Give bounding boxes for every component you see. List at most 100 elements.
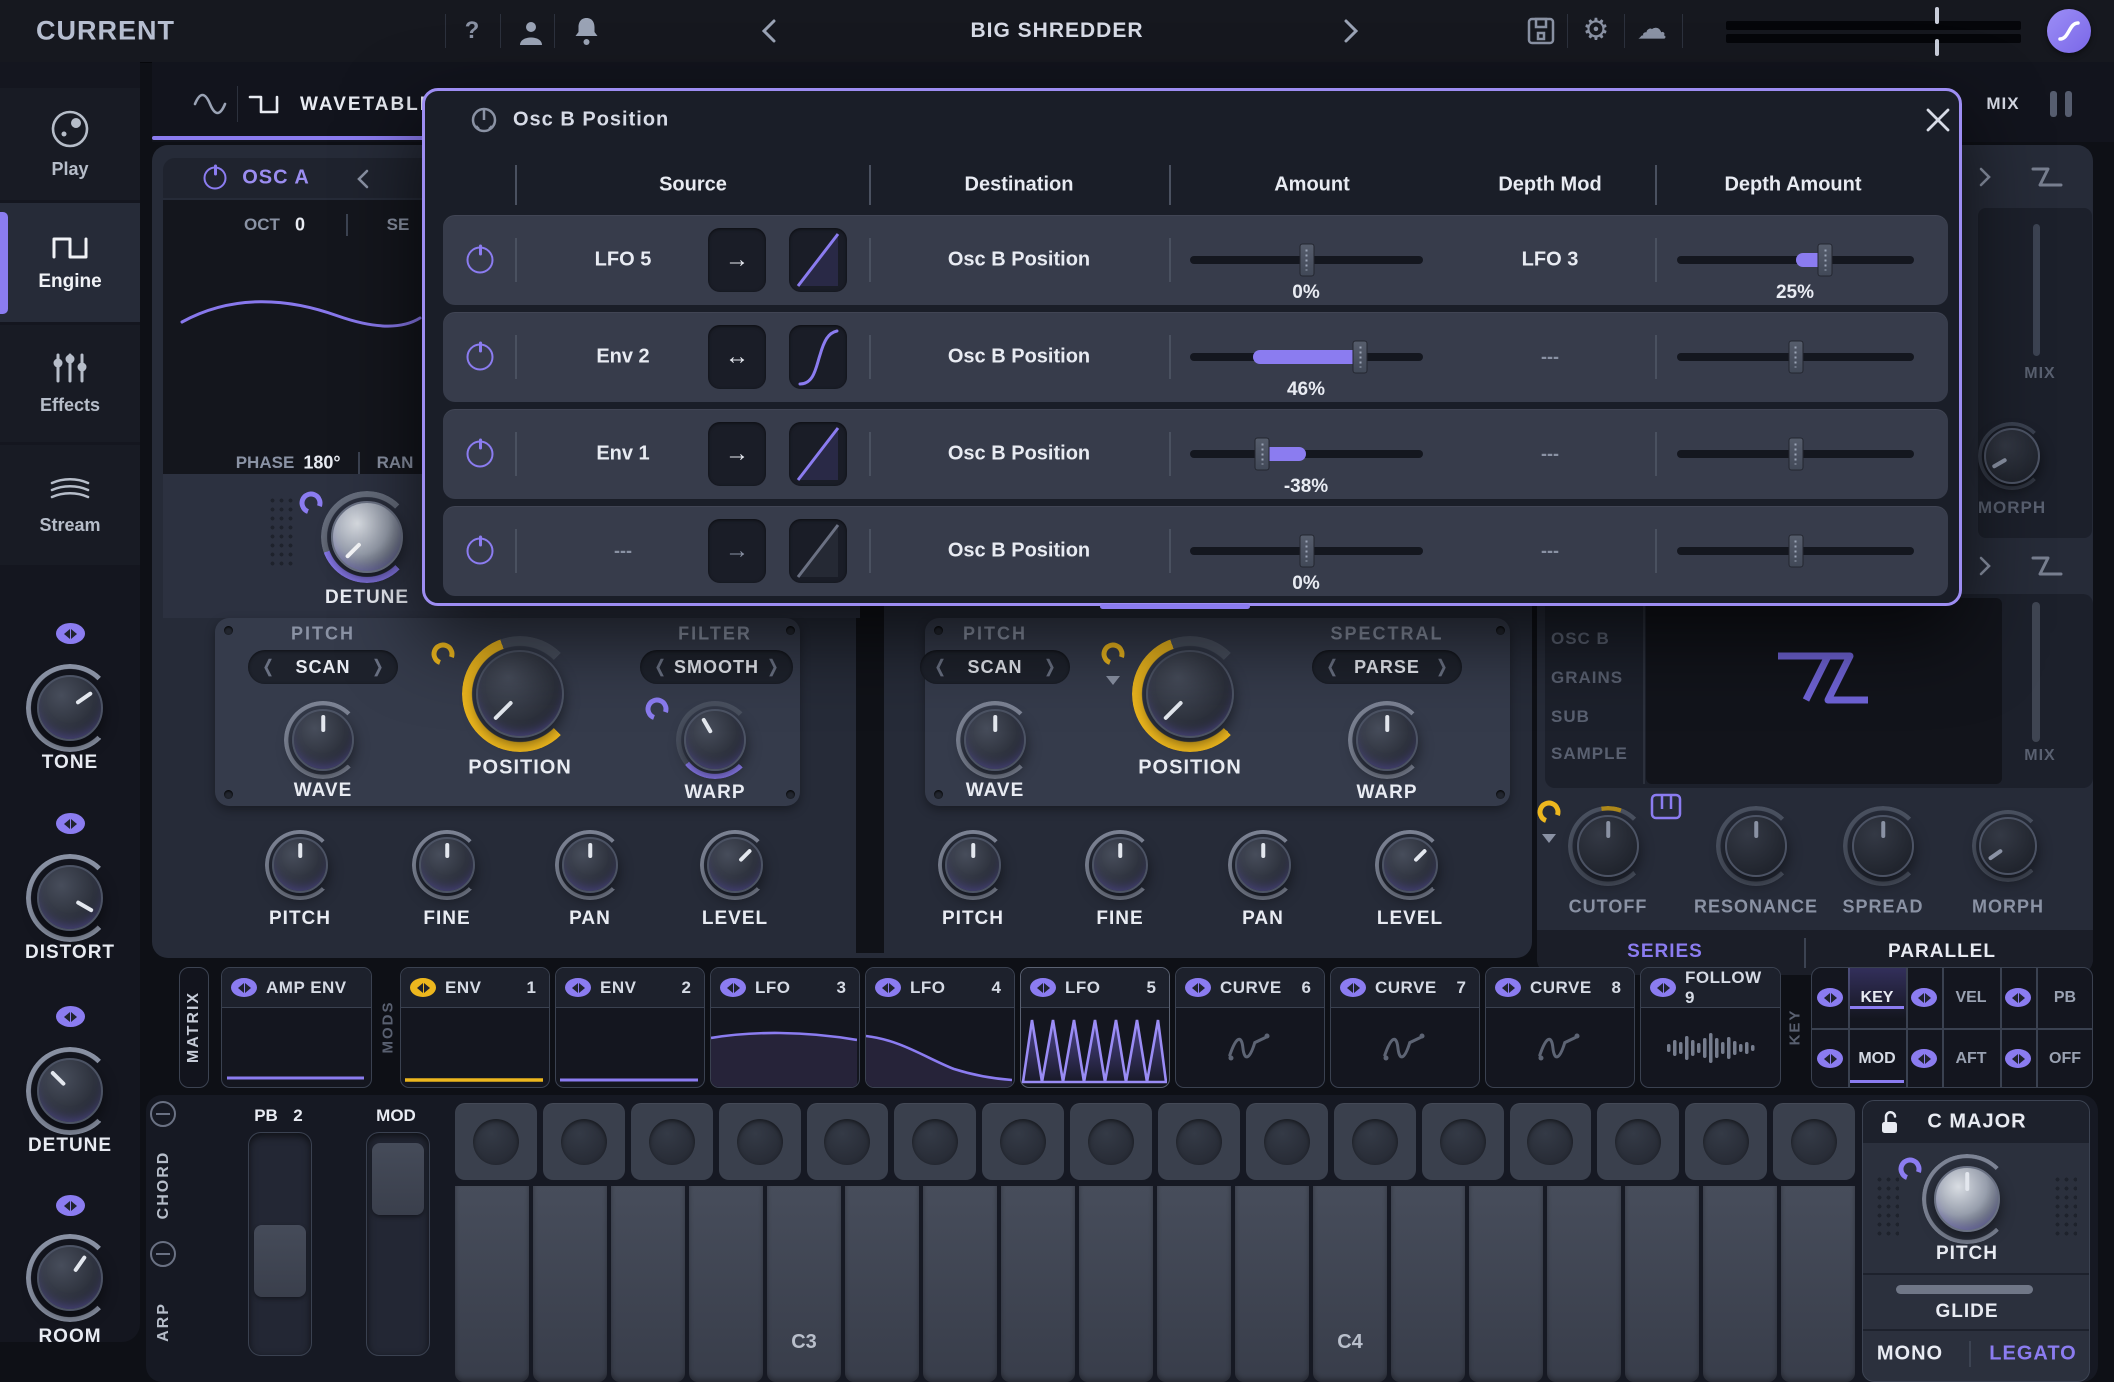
mod-slot-env-2[interactable]: ENV2 <box>555 967 705 1088</box>
morph-upper-knob[interactable] <box>1984 428 2040 484</box>
pitchbend-wheel[interactable] <box>248 1132 312 1356</box>
tab-mix[interactable]: MIX <box>1986 94 2019 114</box>
depth-amount-slider[interactable] <box>1677 243 1914 277</box>
chord-pad[interactable] <box>543 1103 625 1180</box>
scale-value[interactable]: C MAJOR <box>1927 1111 2026 1134</box>
drag-handle-dots[interactable] <box>2053 1175 2077 1237</box>
depth-amount-slider[interactable] <box>1677 340 1914 374</box>
pause-icon[interactable] <box>2046 91 2076 122</box>
row-destination[interactable]: Osc B Position <box>948 540 1090 563</box>
mod-assign-icon[interactable] <box>2005 1049 2031 1068</box>
selector-prev-icon[interactable]: ❬ <box>261 657 275 677</box>
osc-b-fine-knob[interactable] <box>1092 837 1148 893</box>
routing-parallel-button[interactable]: PARALLEL <box>1888 941 1996 963</box>
piano-key[interactable]: C4 <box>1313 1186 1387 1382</box>
spread-knob[interactable] <box>1852 815 1914 877</box>
key-source-aft[interactable]: AFT <box>1942 1029 2000 1088</box>
square-wave-tab-icon[interactable] <box>247 91 281 117</box>
piano-key[interactable] <box>689 1186 763 1382</box>
key-source-pb[interactable]: PB <box>2036 968 2093 1028</box>
modwheel-handle[interactable] <box>372 1143 424 1215</box>
macro-mod-toggle[interactable] <box>56 1006 85 1027</box>
chord-pad[interactable] <box>1597 1103 1679 1180</box>
osc-b-pitch-knob[interactable] <box>945 837 1001 893</box>
mod-assign-icon[interactable] <box>1650 978 1676 997</box>
row-source[interactable]: Env 2 <box>596 346 649 369</box>
preset-name[interactable]: BIG SHREDDER <box>970 19 1143 43</box>
piano-key[interactable]: C3 <box>767 1186 841 1382</box>
row-depth-mod[interactable]: --- <box>1541 347 1559 368</box>
mod-slot-follow-9[interactable]: FOLLOW 9 <box>1640 967 1781 1088</box>
chord-pad[interactable] <box>1334 1103 1416 1180</box>
osc-b-level-knob[interactable] <box>1382 837 1438 893</box>
sidebar-item-effects[interactable]: Effects <box>0 325 140 442</box>
osc-a-power-icon[interactable] <box>204 167 227 190</box>
oct-value[interactable]: 0 <box>295 215 305 236</box>
saw-wave-icon[interactable] <box>2030 553 2064 579</box>
key-source-key[interactable]: KEY <box>1848 968 1906 1028</box>
pitch-mode-selector[interactable]: ❬ SCAN ❭ <box>248 650 398 684</box>
piano-key[interactable] <box>455 1186 529 1382</box>
saw-wave-icon[interactable] <box>2030 164 2064 190</box>
piano-key[interactable] <box>1001 1186 1075 1382</box>
settings-gear-icon[interactable]: ⚙ <box>1583 13 1610 48</box>
expand-chevron-icon[interactable] <box>1978 556 1992 576</box>
mod-slot-lfo-5[interactable]: LFO5 <box>1020 967 1170 1088</box>
mod-assign-icon[interactable] <box>1495 978 1521 997</box>
piano-key[interactable] <box>845 1186 919 1382</box>
row-direction-button[interactable]: ↔ <box>708 325 766 389</box>
piano-key[interactable] <box>1235 1186 1309 1382</box>
mod-assign-icon[interactable] <box>1185 978 1211 997</box>
selector-prev-icon[interactable]: ❬ <box>933 657 947 677</box>
save-icon[interactable] <box>1527 17 1555 45</box>
mod-slot-lfo-4[interactable]: LFO4 <box>865 967 1015 1088</box>
routing-series-button[interactable]: SERIES <box>1627 941 1703 963</box>
amount-slider[interactable] <box>1190 340 1423 374</box>
notifications-bell-icon[interactable] <box>573 16 600 46</box>
glide-slider[interactable] <box>1896 1285 2033 1294</box>
drag-handle-dots[interactable] <box>1875 1175 1899 1237</box>
pitchbend-range[interactable]: 2 <box>293 1106 302 1126</box>
depth-amount-slider[interactable] <box>1677 534 1914 568</box>
macro-mod-toggle[interactable] <box>56 623 85 644</box>
chord-pad[interactable] <box>1246 1103 1328 1180</box>
depth-amount-slider[interactable] <box>1677 437 1914 471</box>
source-item-osc-b[interactable]: OSC B <box>1551 629 1610 649</box>
selector-prev-icon[interactable]: ❬ <box>1325 657 1339 677</box>
keytrack-piano-icon[interactable] <box>1650 793 1682 820</box>
piano-key[interactable] <box>923 1186 997 1382</box>
chord-pad[interactable] <box>894 1103 976 1180</box>
warp-knob-b[interactable] <box>1356 709 1418 771</box>
sidebar-item-play[interactable]: Play <box>0 88 140 200</box>
mod-assign-icon[interactable] <box>1030 978 1056 997</box>
chord-pad[interactable] <box>807 1103 889 1180</box>
mono-button[interactable]: MONO <box>1877 1343 1943 1366</box>
mod-assign-icon[interactable] <box>875 978 901 997</box>
chord-pad[interactable] <box>1158 1103 1240 1180</box>
source-item-sample[interactable]: SAMPLE <box>1551 744 1628 764</box>
macro-mod-toggle[interactable] <box>56 813 85 834</box>
sine-wave-tab-icon[interactable] <box>193 91 227 117</box>
sidebar-item-engine[interactable]: Engine <box>0 203 140 322</box>
chord-pad[interactable] <box>1510 1103 1592 1180</box>
osc-a-mix-slider[interactable] <box>2033 224 2040 356</box>
osc-a-pan-knob[interactable] <box>562 837 618 893</box>
volume-handle-lower[interactable] <box>1935 39 1939 56</box>
chord-pad[interactable] <box>1773 1103 1855 1180</box>
row-power-icon[interactable] <box>467 247 494 274</box>
distort-knob[interactable] <box>37 865 103 931</box>
mod-assign-icon[interactable] <box>1340 978 1366 997</box>
row-curve-button[interactable] <box>789 228 847 292</box>
amount-slider[interactable] <box>1190 534 1423 568</box>
row-power-icon[interactable] <box>467 538 494 565</box>
position-knob[interactable] <box>476 650 564 738</box>
row-power-icon[interactable] <box>467 344 494 371</box>
row-destination[interactable]: Osc B Position <box>948 443 1090 466</box>
expand-chevron-icon[interactable] <box>1978 167 1992 187</box>
chord-pad[interactable] <box>719 1103 801 1180</box>
piano-key[interactable] <box>1391 1186 1465 1382</box>
piano-key[interactable] <box>1547 1186 1621 1382</box>
resonance-knob[interactable] <box>1725 815 1787 877</box>
source-item-sub[interactable]: SUB <box>1551 707 1590 727</box>
filter-mode-selector[interactable]: ❬ SMOOTH ❭ <box>640 650 793 684</box>
